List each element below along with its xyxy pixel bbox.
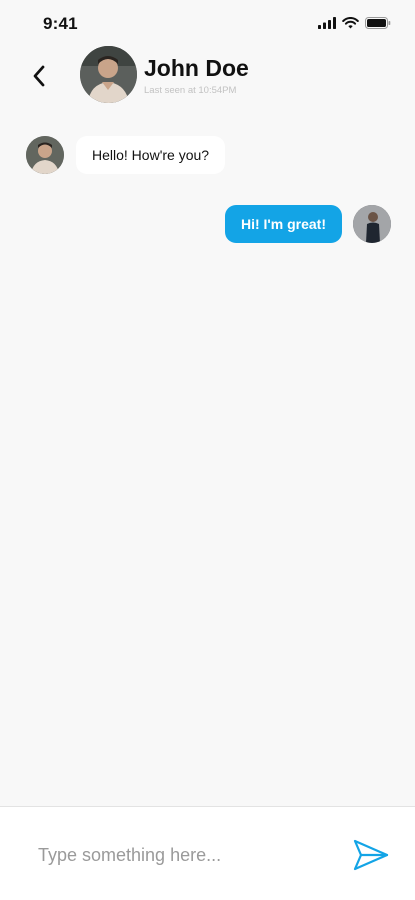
message-list: Hello! How're you? Hi! I'm great!	[0, 120, 415, 800]
message-input[interactable]	[38, 837, 328, 873]
back-button[interactable]	[26, 60, 52, 92]
status-icons	[318, 16, 391, 34]
status-bar: 9:41	[0, 0, 415, 46]
avatar-photo-icon	[353, 205, 391, 243]
message-composer	[0, 806, 415, 900]
incoming-message-bubble[interactable]: Hello! How're you?	[76, 136, 226, 174]
contact-name: John Doe	[144, 55, 249, 81]
battery-icon	[365, 16, 391, 34]
chat-header: John Doe Last seen at 10:54PM	[0, 46, 415, 110]
outgoing-message-avatar	[353, 205, 391, 243]
chat-screen: 9:41 John Doe Last seen at 10:54PM Hello…	[0, 0, 415, 900]
status-time: 9:41	[43, 14, 78, 33]
send-button[interactable]	[351, 835, 391, 875]
send-icon	[353, 839, 389, 871]
wifi-icon	[342, 16, 359, 34]
outgoing-message-bubble[interactable]: Hi! I'm great!	[224, 205, 342, 243]
signal-icon	[318, 16, 336, 34]
contact-avatar[interactable]	[80, 46, 137, 103]
avatar-photo-icon	[26, 136, 64, 174]
incoming-message-avatar	[26, 136, 64, 174]
avatar-photo-icon	[80, 46, 137, 103]
chevron-left-icon	[33, 65, 45, 87]
last-seen-status: Last seen at 10:54PM	[144, 85, 237, 96]
